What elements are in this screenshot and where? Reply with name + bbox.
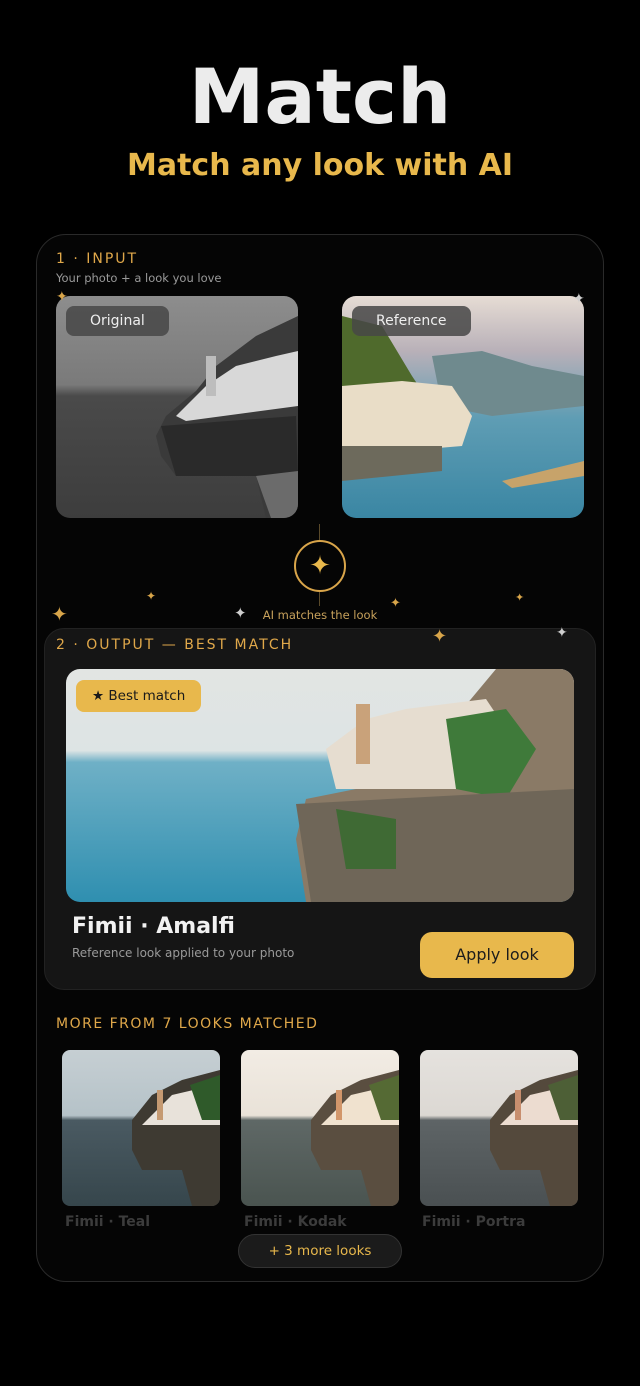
thumbnail-scene bbox=[311, 1070, 399, 1206]
sparkle-icon: ✦ bbox=[294, 540, 346, 592]
look-name-portra: Fimii · Portra bbox=[422, 1214, 526, 1230]
original-chip: Original bbox=[66, 306, 169, 336]
more-looks-button[interactable]: + 3 more looks bbox=[238, 1234, 402, 1268]
star-decor-icon: ✦ bbox=[515, 591, 525, 604]
star-decor-icon: ✦ bbox=[432, 626, 448, 647]
apply-look-button[interactable]: Apply look bbox=[420, 932, 574, 978]
look-name-kodak: Fimii · Kodak bbox=[244, 1214, 347, 1230]
look-thumbnail-kodak[interactable] bbox=[241, 1050, 399, 1206]
look-thumbnail-teal[interactable] bbox=[62, 1050, 220, 1206]
star-decor-icon: ✦ bbox=[56, 289, 68, 305]
input-section-label: 1 · INPUT bbox=[56, 251, 139, 267]
star-decor-icon: ✦ bbox=[573, 291, 585, 307]
ai-match-label: AI matches the look bbox=[262, 608, 378, 622]
page-subtitle: Match any look with AI bbox=[126, 148, 514, 183]
thumbnail-scene bbox=[490, 1070, 578, 1206]
look-name: Fimii · Amalfi bbox=[72, 914, 235, 939]
look-description: Reference look applied to your photo bbox=[72, 946, 295, 960]
input-section-hint: Your photo + a look you love bbox=[56, 271, 222, 285]
connector-line-top bbox=[319, 524, 320, 540]
star-decor-icon: ✦ bbox=[556, 625, 568, 641]
reference-chip: Reference bbox=[352, 306, 471, 336]
look-name-teal: Fimii · Teal bbox=[65, 1214, 151, 1230]
thumbnail-scene bbox=[132, 1070, 220, 1206]
connector-line-bottom bbox=[319, 592, 320, 606]
star-decor-icon: ✦ bbox=[234, 604, 247, 622]
star-decor-icon: ✦ bbox=[390, 596, 401, 611]
star-decor-icon: ✦ bbox=[146, 589, 157, 603]
best-match-badge: ★ Best match bbox=[76, 680, 202, 712]
reference-photo[interactable]: Reference bbox=[342, 296, 584, 518]
more-looks-label: MORE FROM 7 LOOKS MATCHED bbox=[56, 1016, 319, 1032]
output-section-label: 2 · OUTPUT — BEST MATCH bbox=[56, 637, 294, 653]
look-thumbnail-portra[interactable] bbox=[420, 1050, 578, 1206]
star-decor-icon: ✦ bbox=[51, 602, 68, 626]
original-photo[interactable]: Original bbox=[56, 296, 298, 518]
page-title: Match bbox=[188, 52, 452, 141]
